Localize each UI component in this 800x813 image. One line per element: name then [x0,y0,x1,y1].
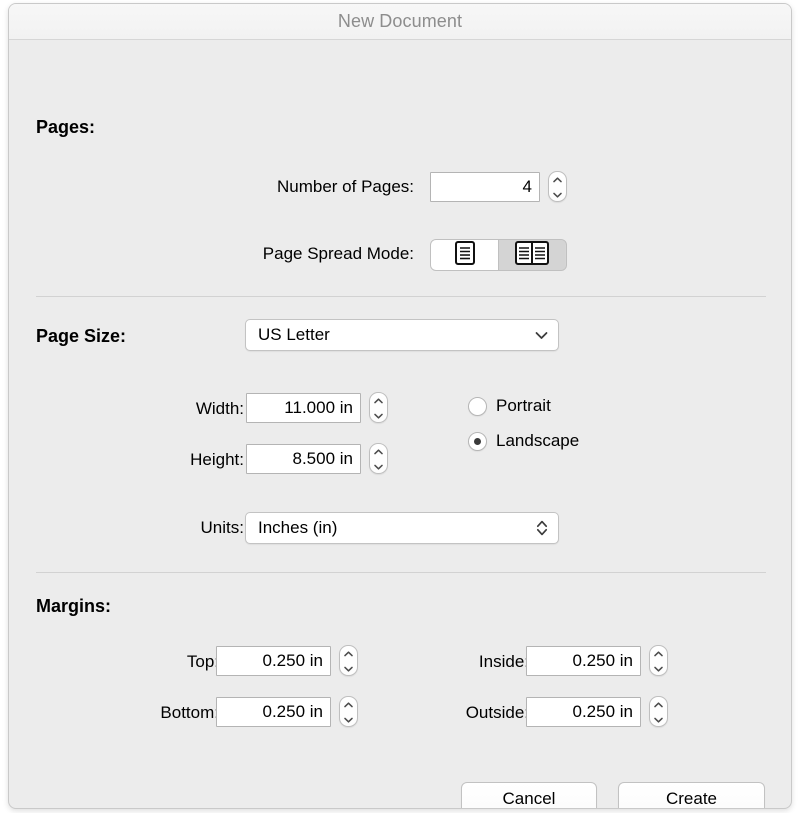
radio-portrait[interactable] [468,397,487,416]
page-size-preset-value: US Letter [258,325,330,344]
page-size-section-heading: Page Size: [36,326,126,347]
new-document-dialog: New Document Pages: Number of Pages: 4 P… [8,3,792,809]
margin-outside-input[interactable]: 0.250 in [526,697,641,727]
page-spread-mode-label: Page Spread Mode: [69,244,414,264]
orientation-landscape-option[interactable]: Landscape [468,431,579,451]
margins-section-heading: Margins: [36,596,111,617]
page-spread-mode-segmented-control[interactable] [430,239,567,271]
margin-inside-input[interactable]: 0.250 in [526,646,641,676]
chevron-up-down-icon [536,513,548,543]
height-label: Height: [49,450,244,470]
margin-outside-label: Outside: [349,703,529,723]
orientation-landscape-label: Landscape [496,431,579,451]
margin-inside-stepper[interactable] [649,645,668,676]
margin-top-input[interactable]: 0.250 in [216,646,331,676]
cancel-button[interactable]: Cancel [461,782,597,809]
width-label: Width: [49,399,244,419]
dialog-titlebar: New Document [9,4,791,40]
margin-outside-stepper[interactable] [649,696,668,727]
height-stepper[interactable] [369,443,388,474]
margin-bottom-label: Bottom: [39,703,219,723]
number-of-pages-stepper[interactable] [548,171,567,202]
margin-bottom-input[interactable]: 0.250 in [216,697,331,727]
chevron-down-icon[interactable] [549,187,566,202]
chevron-down-icon [535,320,548,350]
margin-inside-label: Inside: [349,652,529,672]
segment-single-page[interactable] [431,240,498,270]
orientation-portrait-label: Portrait [496,396,551,416]
height-input[interactable]: 8.500 in [246,444,361,474]
create-button[interactable]: Create [618,782,765,809]
segment-two-page-spread[interactable] [498,240,565,270]
separator-pagesize-margins [36,572,766,573]
width-input[interactable]: 11.000 in [246,393,361,423]
margin-top-label: Top: [39,652,219,672]
chevron-down-icon[interactable] [370,408,387,423]
pages-section-heading: Pages: [36,117,95,138]
chevron-down-icon[interactable] [650,661,667,676]
chevron-up-icon[interactable] [650,646,667,661]
dialog-body: Pages: Number of Pages: 4 Page Spread Mo… [9,40,791,809]
single-page-icon [455,241,475,270]
width-stepper[interactable] [369,392,388,423]
chevron-up-icon[interactable] [650,697,667,712]
separator-pages-pagesize [36,296,766,297]
two-page-spread-icon [515,241,549,270]
units-select[interactable]: Inches (in) [245,512,559,544]
chevron-up-icon[interactable] [370,444,387,459]
chevron-up-icon[interactable] [370,393,387,408]
dialog-title: New Document [338,11,462,32]
number-of-pages-label: Number of Pages: [69,177,414,197]
chevron-down-icon[interactable] [650,712,667,727]
chevron-up-icon[interactable] [549,172,566,187]
radio-landscape[interactable] [468,432,487,451]
orientation-portrait-option[interactable]: Portrait [468,396,551,416]
number-of-pages-input[interactable]: 4 [430,172,540,202]
page-size-preset-select[interactable]: US Letter [245,319,559,351]
chevron-down-icon[interactable] [370,459,387,474]
units-value: Inches (in) [258,518,337,537]
units-label: Units: [49,518,244,538]
